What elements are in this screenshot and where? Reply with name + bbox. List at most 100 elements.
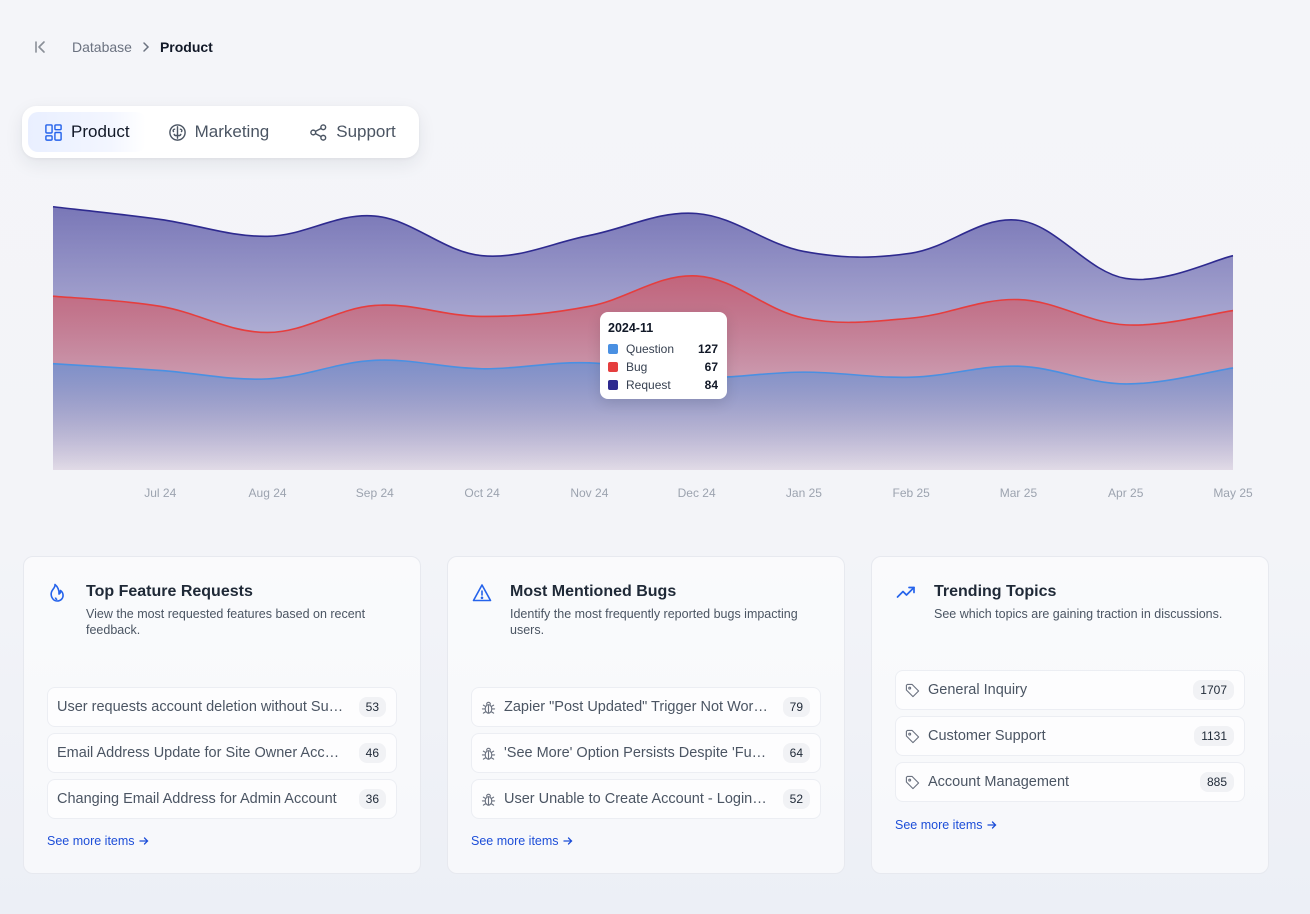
- tooltip-series-value: 84: [704, 378, 718, 392]
- card-description: Identify the most frequently reported bu…: [510, 607, 798, 637]
- breadcrumb-current: Product: [159, 39, 213, 55]
- x-tick-label: Sep 24: [356, 486, 394, 500]
- list-item[interactable]: User Unable to Create Account - Login Er…: [471, 779, 821, 819]
- card-description: View the most requested features based o…: [86, 607, 366, 637]
- tooltip-series-name: Request: [626, 378, 671, 392]
- item-label: Account Management: [928, 774, 1070, 790]
- legend-swatch-question: [608, 344, 618, 354]
- top-bar: Database Product: [32, 36, 213, 58]
- share-icon: [310, 123, 327, 141]
- list-item[interactable]: Customer Support 1131: [895, 716, 1245, 756]
- breadcrumb: Database Product: [72, 39, 213, 55]
- bug-icon: [481, 746, 496, 761]
- item-list: User requests account deletion without S…: [47, 687, 397, 825]
- x-tick-label: Jan 25: [786, 486, 822, 500]
- tooltip-row-request: Request 84: [608, 376, 718, 394]
- card-header: Trending Topics See which topics are gai…: [896, 583, 1248, 622]
- x-tick-label: Oct 24: [464, 486, 500, 500]
- item-count-badge: 885: [1199, 772, 1234, 792]
- warning-icon: [472, 583, 492, 603]
- x-tick-label: May 25: [1213, 486, 1253, 500]
- tab-label: Product: [71, 122, 130, 141]
- tooltip-row-question: Question 127: [608, 340, 718, 358]
- list-item[interactable]: Zapier "Post Updated" Trigger Not Workin…: [471, 687, 821, 727]
- section-tabs: Product Marketing Support: [22, 106, 419, 158]
- collapse-sidebar-icon[interactable]: [32, 38, 50, 56]
- item-label: User requests account deletion without S…: [57, 699, 345, 715]
- item-count-badge: 53: [358, 697, 386, 717]
- item-label: Email Address Update for Site Owner Acco…: [57, 745, 345, 761]
- item-count-badge: 36: [358, 789, 386, 809]
- card-title: Trending Topics: [934, 583, 1057, 600]
- x-tick-label: Apr 25: [1108, 486, 1144, 500]
- see-more-link[interactable]: See more items: [47, 834, 149, 848]
- list-item[interactable]: General Inquiry 1707: [895, 670, 1245, 710]
- see-more-label: See more items: [47, 834, 135, 848]
- arrow-right-icon: [986, 821, 996, 829]
- list-item[interactable]: 'See More' Option Persists Despite 'Full…: [471, 733, 821, 773]
- arrow-right-icon: [562, 837, 572, 845]
- tag-icon: [905, 729, 920, 744]
- tab-product[interactable]: Product: [28, 112, 146, 152]
- legend-swatch-bug: [608, 362, 618, 372]
- item-count-badge: 1707: [1193, 680, 1234, 700]
- x-tick-label: Feb 25: [893, 486, 931, 500]
- item-label: General Inquiry: [928, 682, 1028, 698]
- tag-icon: [905, 683, 920, 698]
- list-item[interactable]: User requests account deletion without S…: [47, 687, 397, 727]
- bug-icon: [481, 792, 496, 807]
- tag-icon: [905, 775, 920, 790]
- see-more-label: See more items: [895, 818, 983, 832]
- item-label: Customer Support: [928, 728, 1046, 744]
- feature-requests-card: Top Feature Requests View the most reque…: [23, 556, 421, 874]
- legend-swatch-request: [608, 380, 618, 390]
- x-tick-label: Nov 24: [570, 486, 608, 500]
- item-count-badge: 46: [358, 743, 386, 763]
- see-more-link[interactable]: See more items: [471, 834, 573, 848]
- see-more-link[interactable]: See more items: [895, 818, 997, 832]
- tooltip-series-value: 67: [704, 360, 718, 374]
- x-tick-label: Mar 25: [1000, 486, 1038, 500]
- trending-topics-card: Trending Topics See which topics are gai…: [871, 556, 1269, 874]
- x-tick-label: Jul 24: [144, 486, 176, 500]
- item-count-badge: 64: [782, 743, 810, 763]
- tooltip-title: 2024-11: [608, 321, 654, 335]
- tooltip-row-bug: Bug 67: [608, 358, 718, 376]
- card-description: See which topics are gaining traction in…: [934, 607, 1223, 621]
- tab-support[interactable]: Support: [293, 112, 412, 152]
- tooltip-series-name: Bug: [626, 360, 648, 374]
- chevron-right-icon: [140, 41, 152, 53]
- breadcrumb-database[interactable]: Database: [72, 39, 132, 55]
- bugs-card: Most Mentioned Bugs Identify the most fr…: [447, 556, 845, 874]
- item-label: Changing Email Address for Admin Account: [57, 791, 337, 807]
- list-item[interactable]: Changing Email Address for Admin Account…: [47, 779, 397, 819]
- list-item[interactable]: Account Management 885: [895, 762, 1245, 802]
- item-count-badge: 1131: [1194, 726, 1234, 746]
- item-count-badge: 79: [782, 697, 810, 717]
- tab-label: Marketing: [194, 122, 270, 141]
- x-tick-label: Dec 24: [678, 486, 716, 500]
- item-list: Zapier "Post Updated" Trigger Not Workin…: [471, 687, 821, 825]
- card-header: Most Mentioned Bugs Identify the most fr…: [472, 583, 824, 638]
- bug-icon: [481, 700, 496, 715]
- item-label: 'See More' Option Persists Despite 'Full…: [504, 745, 769, 761]
- card-title: Top Feature Requests: [86, 583, 253, 600]
- item-label: Zapier "Post Updated" Trigger Not Workin…: [504, 699, 769, 715]
- see-more-label: See more items: [471, 834, 559, 848]
- tooltip-series-value: 127: [697, 342, 718, 356]
- item-count-badge: 52: [782, 789, 810, 809]
- dashboard-icon: [45, 123, 62, 141]
- tab-label: Support: [336, 122, 396, 141]
- chart-tooltip: 2024-11 Question 127 Bug 67 Request 84: [600, 312, 727, 399]
- tooltip-series-name: Question: [626, 342, 675, 356]
- item-list: General Inquiry 1707 Customer Support 11…: [895, 670, 1245, 808]
- card-header: Top Feature Requests View the most reque…: [48, 583, 400, 638]
- tab-marketing[interactable]: Marketing: [152, 112, 286, 152]
- card-title: Most Mentioned Bugs: [510, 583, 677, 600]
- arrow-right-icon: [138, 837, 148, 845]
- trending-up-icon: [896, 583, 916, 603]
- brain-icon: [168, 123, 186, 141]
- list-item[interactable]: Email Address Update for Site Owner Acco…: [47, 733, 397, 773]
- x-tick-label: Aug 24: [249, 486, 287, 500]
- flame-icon: [48, 583, 68, 603]
